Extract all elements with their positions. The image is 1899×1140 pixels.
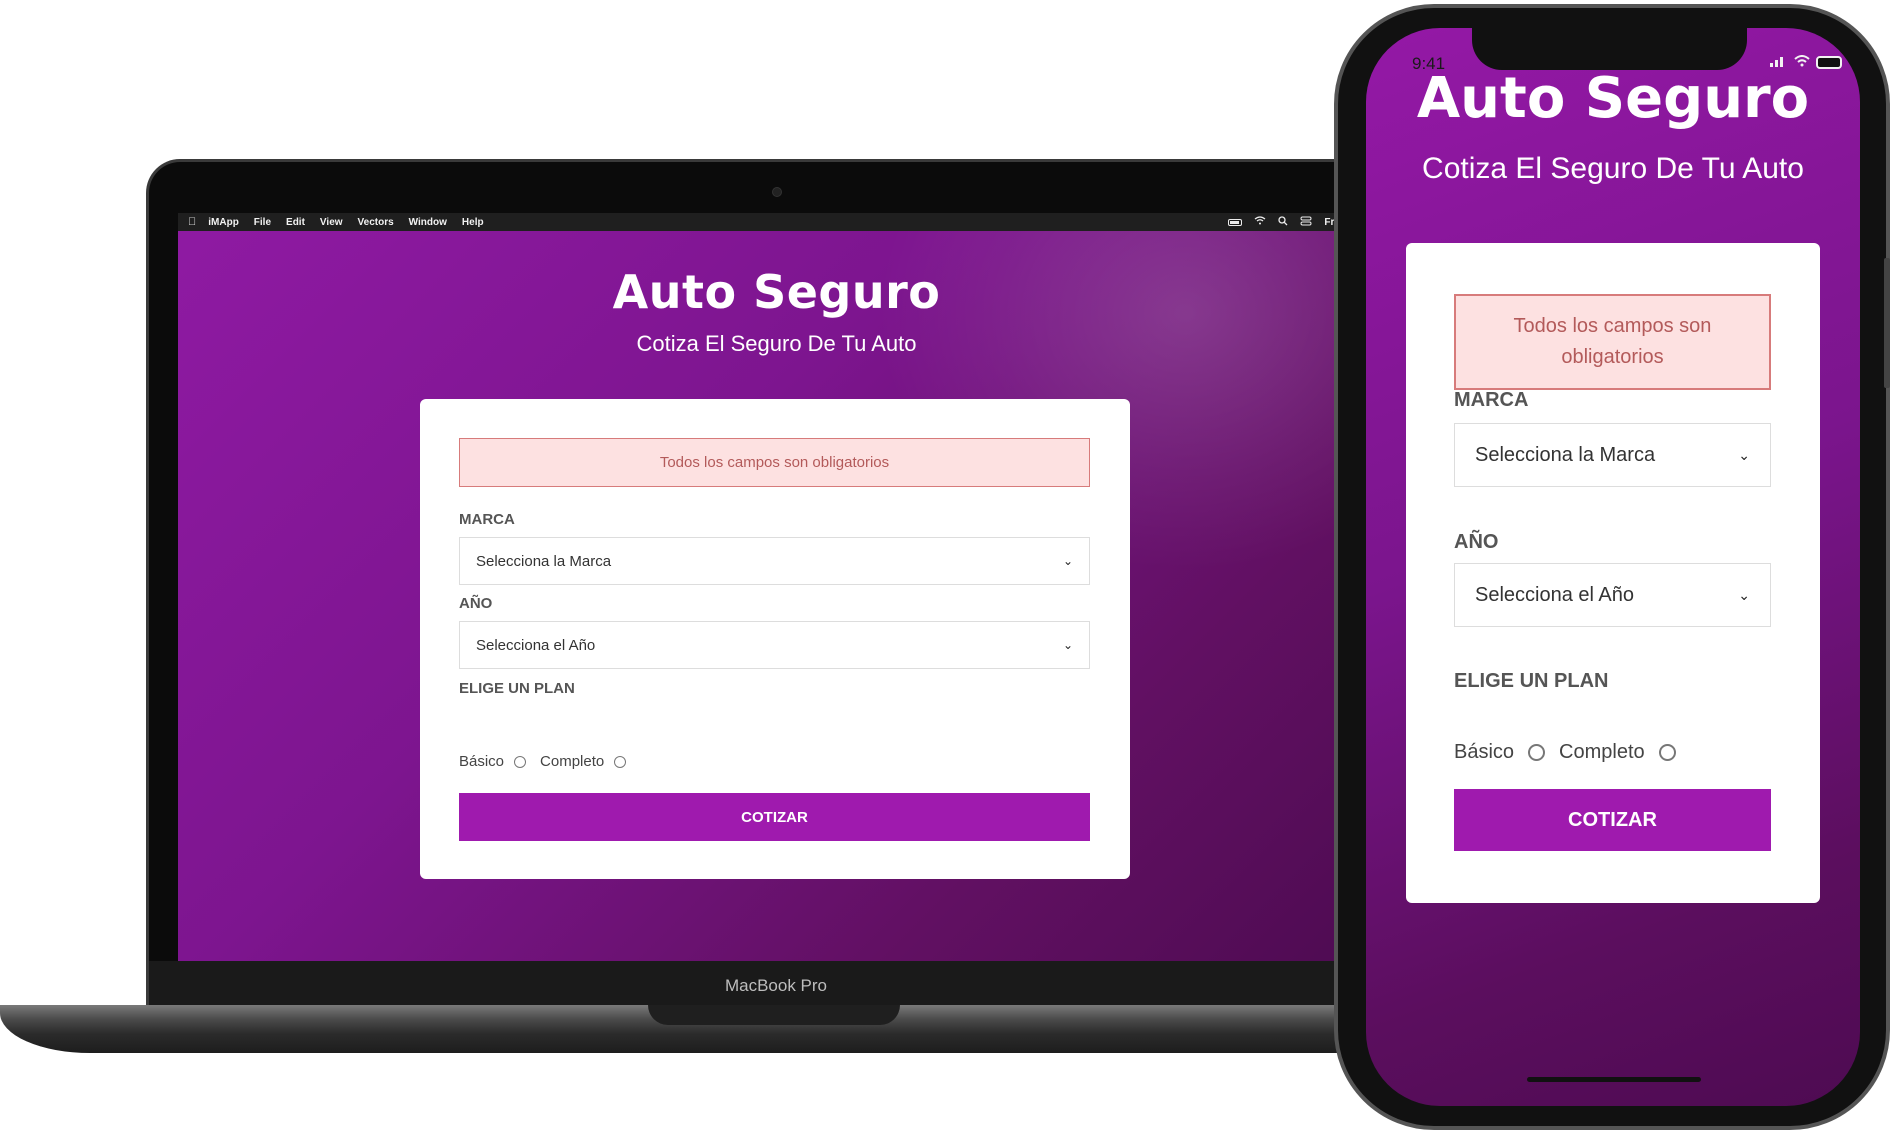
year-select[interactable]: Selecciona el Año ⌄	[1454, 563, 1771, 627]
brand-select[interactable]: Selecciona la Marca ⌄	[459, 537, 1090, 585]
error-alert: Todos los campos son obligatorios	[1454, 294, 1771, 390]
chevron-down-icon: ⌄	[1062, 554, 1073, 568]
plan-label: ELIGE UN PLAN	[459, 680, 575, 697]
year-select[interactable]: Selecciona el Año ⌄	[459, 621, 1090, 669]
brand-label: MARCA	[459, 511, 515, 528]
phone-side-button	[1884, 258, 1890, 388]
quote-form-card: Todos los campos son obligatorios MARCA …	[420, 399, 1130, 879]
menu-file[interactable]: File	[254, 217, 271, 228]
menu-help[interactable]: Help	[462, 217, 484, 228]
plan-radio-group: Básico Completo	[459, 753, 640, 770]
plan-full-radio[interactable]	[1658, 744, 1676, 761]
page-subtitle: Cotiza El Seguro De Tu Auto	[1422, 152, 1804, 185]
plan-full-radio[interactable]	[614, 755, 627, 768]
menu-app-name[interactable]: iMApp	[208, 217, 239, 228]
menu-window[interactable]: Window	[409, 217, 447, 228]
brand-select-value: Selecciona la Marca	[1475, 443, 1656, 466]
chevron-down-icon: ⌄	[1738, 586, 1750, 603]
phone-screen: 9:41 Auto Seguro Cotiza El Seguro De Tu …	[1366, 28, 1860, 1106]
battery-icon[interactable]	[1228, 218, 1243, 226]
plan-basic-label: Básico	[1454, 741, 1515, 763]
year-select-value: Selecciona el Año	[1475, 583, 1635, 606]
apple-icon[interactable]: 	[188, 216, 196, 228]
year-label: AÑO	[1454, 531, 1499, 553]
chevron-down-icon: ⌄	[1062, 638, 1073, 652]
phone-notch	[1472, 28, 1747, 70]
plan-full-label: Completo	[540, 753, 605, 770]
menu-view[interactable]: View	[320, 217, 343, 228]
search-icon[interactable]	[1278, 215, 1288, 229]
quote-form-card: Todos los campos son obligatorios MARCA …	[1406, 243, 1820, 903]
menu-vectors[interactable]: Vectors	[358, 217, 394, 228]
plan-basic-radio[interactable]	[1528, 744, 1546, 761]
laptop-camera	[772, 187, 782, 197]
brand-label: MARCA	[1454, 389, 1529, 411]
control-center-icon[interactable]	[1300, 216, 1312, 229]
plan-full-label: Completo	[1559, 741, 1645, 763]
laptop-hinge-notch	[648, 1005, 900, 1025]
plan-basic-label: Básico	[459, 753, 505, 770]
plan-label: ELIGE UN PLAN	[1454, 670, 1609, 692]
year-select-value: Selecciona el Año	[476, 636, 596, 654]
brand-select[interactable]: Selecciona la Marca ⌄	[1454, 423, 1771, 487]
brand-select-value: Selecciona la Marca	[476, 552, 612, 570]
wifi-icon[interactable]	[1254, 216, 1266, 228]
page-title: Auto Seguro	[612, 265, 941, 319]
plan-radio-group: Básico Completo	[1454, 741, 1690, 764]
home-indicator[interactable]	[1527, 1077, 1701, 1082]
mac-menubar:  iMApp File Edit View Vectors Window He…	[178, 213, 1375, 231]
quote-submit-button[interactable]: COTIZAR	[459, 793, 1090, 841]
page-title: Auto Seguro	[1416, 66, 1810, 131]
plan-basic-radio[interactable]	[514, 755, 527, 768]
quote-submit-button[interactable]: COTIZAR	[1454, 789, 1771, 851]
laptop-model-label: MacBook Pro	[724, 976, 828, 995]
chevron-down-icon: ⌄	[1738, 446, 1750, 463]
error-alert: Todos los campos son obligatorios	[459, 438, 1090, 487]
year-label: AÑO	[459, 595, 493, 612]
laptop-screen:  iMApp File Edit View Vectors Window He…	[178, 213, 1375, 961]
device-mockup-stage:  iMApp File Edit View Vectors Window He…	[0, 0, 1899, 1140]
menu-edit[interactable]: Edit	[286, 217, 305, 228]
page-subtitle: Cotiza El Seguro De Tu Auto	[636, 331, 917, 356]
